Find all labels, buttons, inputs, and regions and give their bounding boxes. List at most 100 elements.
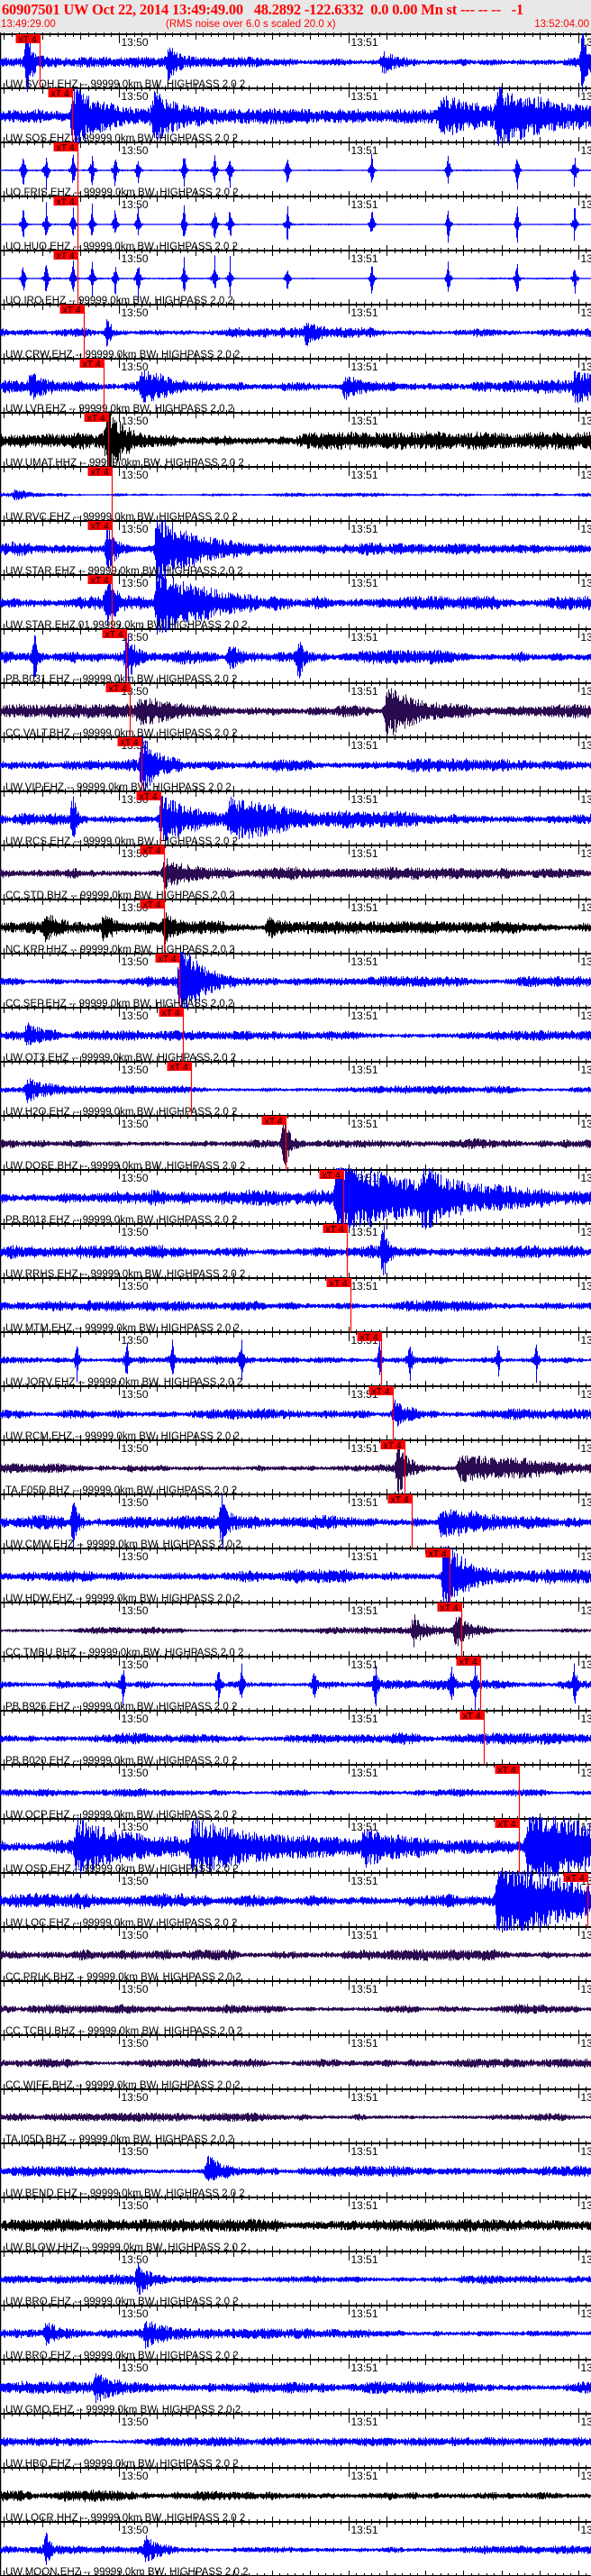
- trace-uw-moon-ehz: UW.MOON.EHZ -- 99999.0km BW. HIGHPASS 2.…: [0, 2532, 591, 2576]
- tick-label: 13:50: [122, 1172, 149, 1184]
- station-label: UO.FRIS.EHZ -- 99999.0km BW. HIGHPASS 2.…: [5, 187, 239, 198]
- pick-label: xT 4: [159, 954, 177, 964]
- station-label: PB.B020.EHZ -- 99999.0km BW. HIGHPASS 2.…: [5, 1756, 237, 1767]
- tick-label: 13: [581, 1658, 591, 1671]
- tick-label: 13:51: [351, 955, 378, 968]
- tick-label: 13:50: [122, 2253, 149, 2266]
- waveform: [0, 1225, 591, 1275]
- pick-label: xT 4: [391, 1494, 409, 1505]
- tick-label: 13:50: [122, 1442, 149, 1455]
- tick-label: 13:50: [122, 2524, 149, 2536]
- tick-label: 13: [581, 955, 591, 968]
- pick-label: xT 4: [87, 413, 105, 424]
- trace-uw-lvp-ehz: UW.LVP.EHZ -- 99999.0km BW. HIGHPASS 2.0…: [0, 359, 591, 415]
- pick-label: xT 4: [372, 1386, 390, 1397]
- tick-label: 13:50: [122, 1604, 149, 1617]
- waveform: [0, 2004, 591, 2014]
- pick-label: xT 4: [140, 791, 158, 802]
- tick-label: 13:50: [122, 306, 149, 319]
- station-label: UW.LOC.EHZ -- 99999.0km BW. HIGHPASS 2.0…: [5, 1918, 237, 1929]
- station-label: CC.PRLK.BHZ -- 99999.0km BW. HIGHPASS 2.…: [5, 1972, 241, 1983]
- plot-header: 60907501 UW Oct 22, 2014 13:49:49.00 48.…: [0, 0, 591, 32]
- tick-label: 13:51: [351, 469, 378, 481]
- waveform: [0, 489, 591, 501]
- tick-label: 13: [581, 2524, 591, 2536]
- tick-label: 13: [581, 1009, 591, 1022]
- tick-label: 13: [581, 739, 591, 752]
- waveform: [0, 2058, 591, 2069]
- pick-label: xT 4: [57, 142, 75, 153]
- pick-label: xT 4: [91, 521, 109, 532]
- tick-label: 13: [581, 1983, 591, 1996]
- waveform: [0, 912, 591, 945]
- trace-uw-rcs-ehz: UW.RCS.EHZ -- 99999.0km BW. HIGHPASS 2.0…: [0, 791, 591, 847]
- tick-label: 13:51: [351, 2307, 378, 2320]
- tick-label: 13: [581, 1604, 591, 1617]
- pick-label: xT 4: [441, 1603, 459, 1613]
- tick-label: 13: [581, 361, 591, 373]
- trace-nc-krp-hhz: NC.KRP.HHZ -- 99999.0km BW. HIGHPASS 2.0…: [0, 900, 591, 955]
- pick-label: xT 4: [567, 1873, 585, 1884]
- station-label: CC.WIFE.BHZ -- 99999.0km BW. HIGHPASS 2.…: [5, 2080, 241, 2091]
- tick-label: 13:50: [122, 198, 149, 211]
- pick-label: xT 4: [170, 1062, 188, 1073]
- pick-label: xT 4: [91, 467, 109, 478]
- station-label: UW.BLOW.HHZ -- 99999.0km BW. HIGHPASS 2.…: [5, 2243, 247, 2253]
- station-label: PB.B926.EHZ -- 99999.0km BW. HIGHPASS 2.…: [5, 1702, 237, 1713]
- station-label: CC.STD.BHZ -- 99999.0km BW. HIGHPASS 2.0…: [5, 891, 235, 901]
- pick-label: xT 4: [323, 1170, 341, 1181]
- tick-label: 13: [581, 252, 591, 265]
- pick-label: xT 4: [360, 1332, 378, 1343]
- waveform: [0, 858, 591, 890]
- start-time: 13:49:29.00: [1, 19, 56, 30]
- waveform: [0, 2262, 591, 2295]
- station-label: UW.LVP.EHZ -- 99999.0km BW. HIGHPASS 2.0…: [5, 404, 233, 415]
- tick-label: 13:51: [351, 252, 378, 265]
- station-label: UW.RCM.EHZ -- 99999.0km BW. HIGHPASS 2.0…: [5, 1431, 240, 1442]
- trace-cc-std-bhz: CC.STD.BHZ -- 99999.0km BW. HIGHPASS 2.0…: [0, 845, 591, 901]
- pick-label: xT 4: [330, 1278, 348, 1289]
- tick-label: 13:50: [122, 577, 149, 589]
- station-label: CC.SEP.EHZ -- 99999.0km BW. HIGHPASS 2.0…: [5, 999, 233, 1009]
- tick-label: 13:51: [351, 2470, 378, 2482]
- tick-label: 13:50: [122, 1226, 149, 1238]
- tick-label: 13:50: [122, 1713, 149, 1725]
- tick-label: 13: [581, 1388, 591, 1401]
- tick-label: 13: [581, 901, 591, 914]
- tick-label: 13:50: [122, 2470, 149, 2482]
- station-label: UO.IRO.EHZ -- 99999.0km BW. HIGHPASS 2.0…: [5, 296, 233, 306]
- tick-label: 13:51: [351, 1767, 378, 1779]
- tick-label: 13:51: [351, 36, 378, 49]
- pick-label: xT 4: [459, 1657, 477, 1667]
- tick-label: 13:51: [351, 1496, 378, 1509]
- tick-label: 13: [581, 2307, 591, 2320]
- trace-cc-valt-bhz: CC.VALT.BHZ -- 99999.0km BW. HIGHPASS 2.…: [0, 683, 591, 739]
- tick-label: 13:51: [351, 1658, 378, 1671]
- tick-label: 13:50: [122, 2361, 149, 2374]
- trace-uo-huo-ehz: UO.HUO.EHZ -- 99999.0km BW. HIGHPASS 2.0…: [0, 196, 591, 252]
- waveform: [0, 2155, 591, 2181]
- tick-label: 13:51: [351, 1118, 378, 1130]
- waveform: [0, 1949, 591, 1961]
- tick-label: 13: [581, 2145, 591, 2158]
- station-label: UW.VIP.EHZ -- 99999.0km BW. HIGHPASS 2.0…: [5, 782, 232, 793]
- tick-label: 13:50: [122, 2145, 149, 2158]
- waveform: [0, 202, 591, 243]
- station-label: UW.DOSE.BHZ -- 99999.0km BW. HIGHPASS 2.…: [5, 1161, 245, 1172]
- tick-label: 13:51: [351, 577, 378, 589]
- pick-label: xT 4: [63, 305, 81, 315]
- tick-label: 13: [581, 1767, 591, 1779]
- tick-label: 13: [581, 2091, 591, 2104]
- trace-uw-rcm-ehz: UW.RCM.EHZ -- 99999.0km BW. HIGHPASS 2.0…: [0, 1386, 591, 1442]
- waveform: [0, 319, 591, 347]
- tick-label: 13:51: [351, 2199, 378, 2212]
- waveform: [0, 1078, 591, 1103]
- waveform: [0, 795, 591, 842]
- tick-label: 13:50: [122, 1009, 149, 1022]
- trace-uw-crw-ehz: UW.CRW.EHZ -- 99999.0km BW. HIGHPASS 2.0…: [0, 305, 591, 361]
- rms-note: (RMS noise over 6.0 s scaled 20.0 x): [166, 19, 336, 30]
- station-label: TA.I05D.BHZ -- 99999.0km BW. HIGHPASS 2.…: [5, 2134, 233, 2145]
- tick-label: 13:51: [351, 1713, 378, 1725]
- tick-label: 13:50: [122, 1280, 149, 1293]
- pick-label: xT 4: [91, 575, 109, 586]
